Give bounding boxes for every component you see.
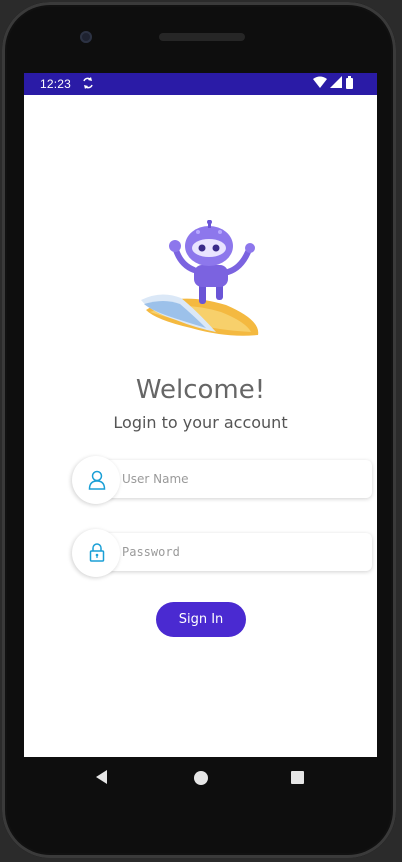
password-icon-circle bbox=[72, 529, 120, 577]
sync-icon bbox=[81, 76, 95, 93]
welcome-subtitle: Login to your account bbox=[113, 413, 288, 432]
back-icon[interactable] bbox=[96, 770, 107, 784]
earpiece-speaker bbox=[159, 33, 245, 41]
password-input[interactable] bbox=[122, 540, 352, 564]
status-bar: 12:23 bbox=[24, 73, 377, 95]
login-page: Welcome! Login to your account User Name… bbox=[24, 95, 377, 757]
username-input[interactable] bbox=[122, 467, 352, 491]
phone-frame: 12:23 Welcome! Login to your account Use… bbox=[2, 2, 396, 858]
front-camera bbox=[80, 31, 92, 43]
status-time: 12:23 bbox=[40, 77, 72, 91]
welcome-title: Welcome! bbox=[135, 375, 266, 405]
username-icon-circle bbox=[72, 456, 120, 504]
sign-in-button[interactable]: Sign In bbox=[156, 602, 246, 637]
signal-icon bbox=[330, 76, 342, 92]
username-field bbox=[72, 456, 372, 504]
app-screen: 12:23 Welcome! Login to your account Use… bbox=[24, 73, 377, 757]
recents-icon[interactable] bbox=[291, 771, 304, 784]
robot-surfer-logo bbox=[136, 219, 266, 350]
android-nav-bar bbox=[20, 757, 382, 805]
home-icon[interactable] bbox=[194, 771, 208, 785]
battery-icon bbox=[346, 76, 353, 92]
password-field bbox=[72, 529, 372, 577]
wifi-icon bbox=[313, 76, 327, 92]
